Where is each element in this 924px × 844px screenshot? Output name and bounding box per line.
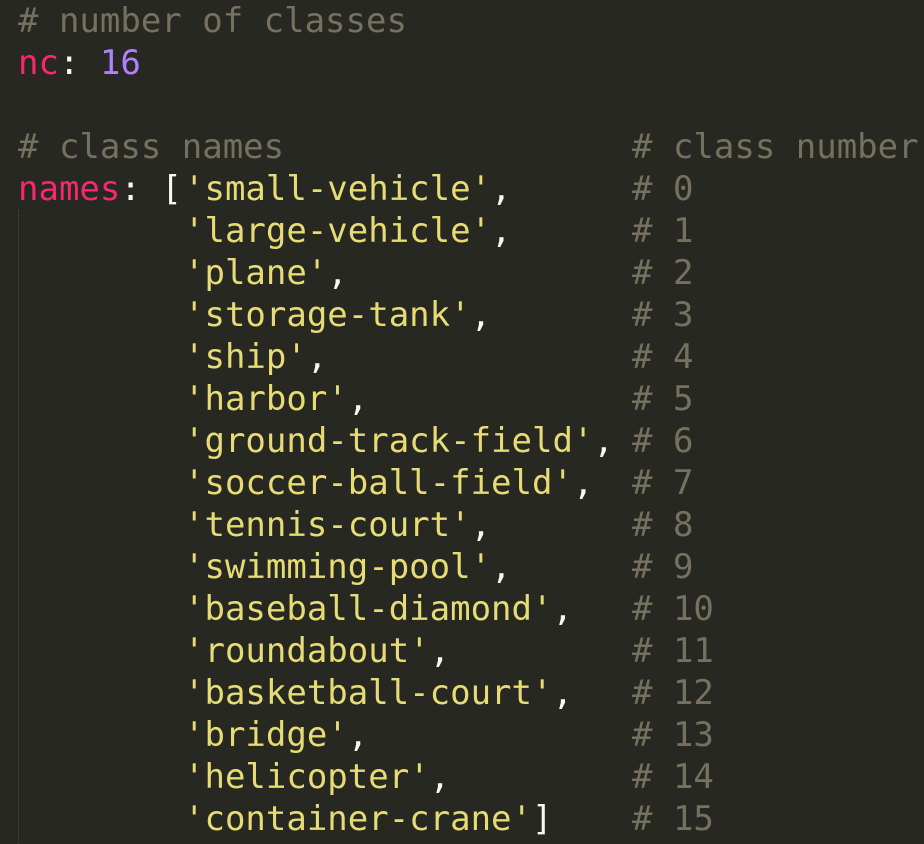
class-number-comment: # 3 [632,295,694,335]
class-number-comment: # 11 [632,631,714,671]
class-number-comment: # 2 [632,253,694,293]
comma: , [327,253,348,293]
comma: , [552,589,573,629]
comment-number-of-classes: # number of classes [18,1,407,41]
comma: , [347,379,369,419]
class-entry: 'roundabout', [184,630,450,672]
names-line: names: [ [18,168,182,210]
comment-class-number: # class number [632,127,919,167]
class-entry: 'harbor', [184,378,368,420]
comma: , [306,337,328,377]
class-number-comment: # 10 [632,589,714,629]
class-name-string: 'large-vehicle' [184,211,492,251]
class-name-string: 'ground-track-field' [184,421,594,461]
class-number-comment: # 9 [632,547,694,587]
comment-class-names: # class names [18,127,285,167]
comma: , [347,715,369,755]
class-entry: 'large-vehicle', [184,210,512,252]
comma: , [470,295,492,335]
comma: , [470,505,492,545]
class-name-string: 'small-vehicle' [184,169,492,209]
class-number-comment: # 6 [632,421,694,461]
class-number-comment: # 8 [632,505,694,545]
nc-key: nc [18,43,59,83]
class-number-comment: # 13 [632,715,714,755]
class-entry: 'container-crane'] [184,798,552,840]
class-number-comment: # 0 [632,169,694,209]
open-bracket: [ [161,169,182,209]
comma: , [491,211,512,251]
comma: , [491,547,512,587]
comma: , [593,421,614,461]
class-name-string: 'soccer-ball-field' [184,463,573,503]
class-entry: 'basketball-court', [184,672,573,714]
comma: , [572,463,594,503]
indent-guide [18,210,19,844]
class-number-comment: # 12 [632,673,714,713]
comma: , [429,631,451,671]
comma: , [552,673,573,713]
class-number-comment: # 1 [632,211,694,251]
class-name-string: 'tennis-court' [184,505,471,545]
comma: , [491,169,512,209]
class-entry: 'small-vehicle', [184,168,512,210]
class-name-string: 'bridge' [184,715,348,755]
class-entry: 'tennis-court', [184,504,491,546]
names-colon: : [120,169,141,209]
class-entry: 'plane', [184,252,348,294]
comma: , [429,757,451,797]
class-name-string: 'plane' [184,253,328,293]
class-name-string: 'harbor' [184,379,348,419]
code-editor[interactable]: # number of classes nc: 16 # class names… [0,0,924,844]
class-name-string: 'swimming-pool' [184,547,492,587]
class-number-comment: # 14 [632,757,714,797]
class-name-string: 'storage-tank' [184,295,471,335]
close-bracket: ] [532,799,553,839]
class-name-string: 'basketball-court' [184,673,553,713]
nc-colon: : [58,43,80,83]
class-name-string: 'container-crane' [184,799,532,839]
class-entry: 'helicopter', [184,756,450,798]
class-entry: 'storage-tank', [184,294,491,336]
nc-line: nc: 16 [18,42,141,84]
class-entry: 'ship', [184,336,327,378]
class-name-string: 'baseball-diamond' [184,589,553,629]
class-entry: 'soccer-ball-field', [184,462,593,504]
nc-value: 16 [99,43,141,83]
class-entry: 'bridge', [184,714,368,756]
names-key: names [18,169,121,209]
class-name-string: 'helicopter' [184,757,430,797]
class-number-comment: # 15 [632,799,714,839]
class-number-comment: # 5 [632,379,694,419]
class-name-string: 'ship' [184,337,307,377]
class-number-comment: # 4 [632,337,694,377]
class-entry: 'baseball-diamond', [184,588,573,630]
class-number-comment: # 7 [632,463,694,503]
class-name-string: 'roundabout' [184,631,430,671]
class-entry: 'ground-track-field', [184,420,614,462]
class-entry: 'swimming-pool', [184,546,512,588]
